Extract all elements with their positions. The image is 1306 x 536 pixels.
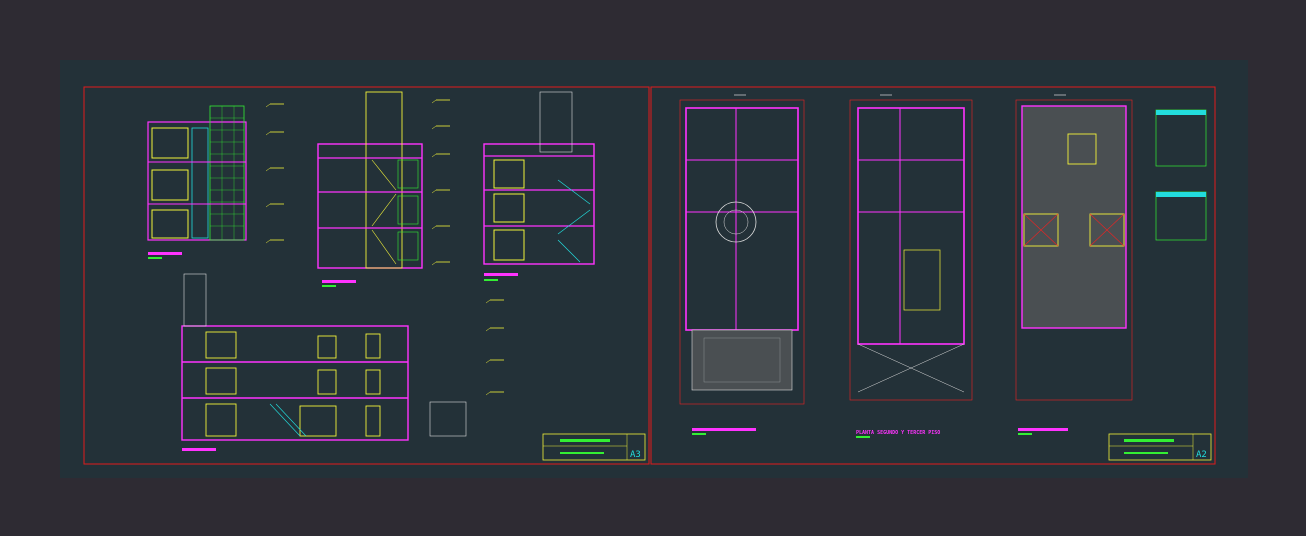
sheet-number-left: A3 [630,450,641,460]
sheet-number-right: A2 [1196,450,1207,460]
cad-canvas[interactable]: A3 PLANTA SEGUNDO Y TERCER PISO A2 [0,0,1306,536]
plan-title-second-third: PLANTA SEGUNDO Y TERCER PISO [856,430,940,436]
